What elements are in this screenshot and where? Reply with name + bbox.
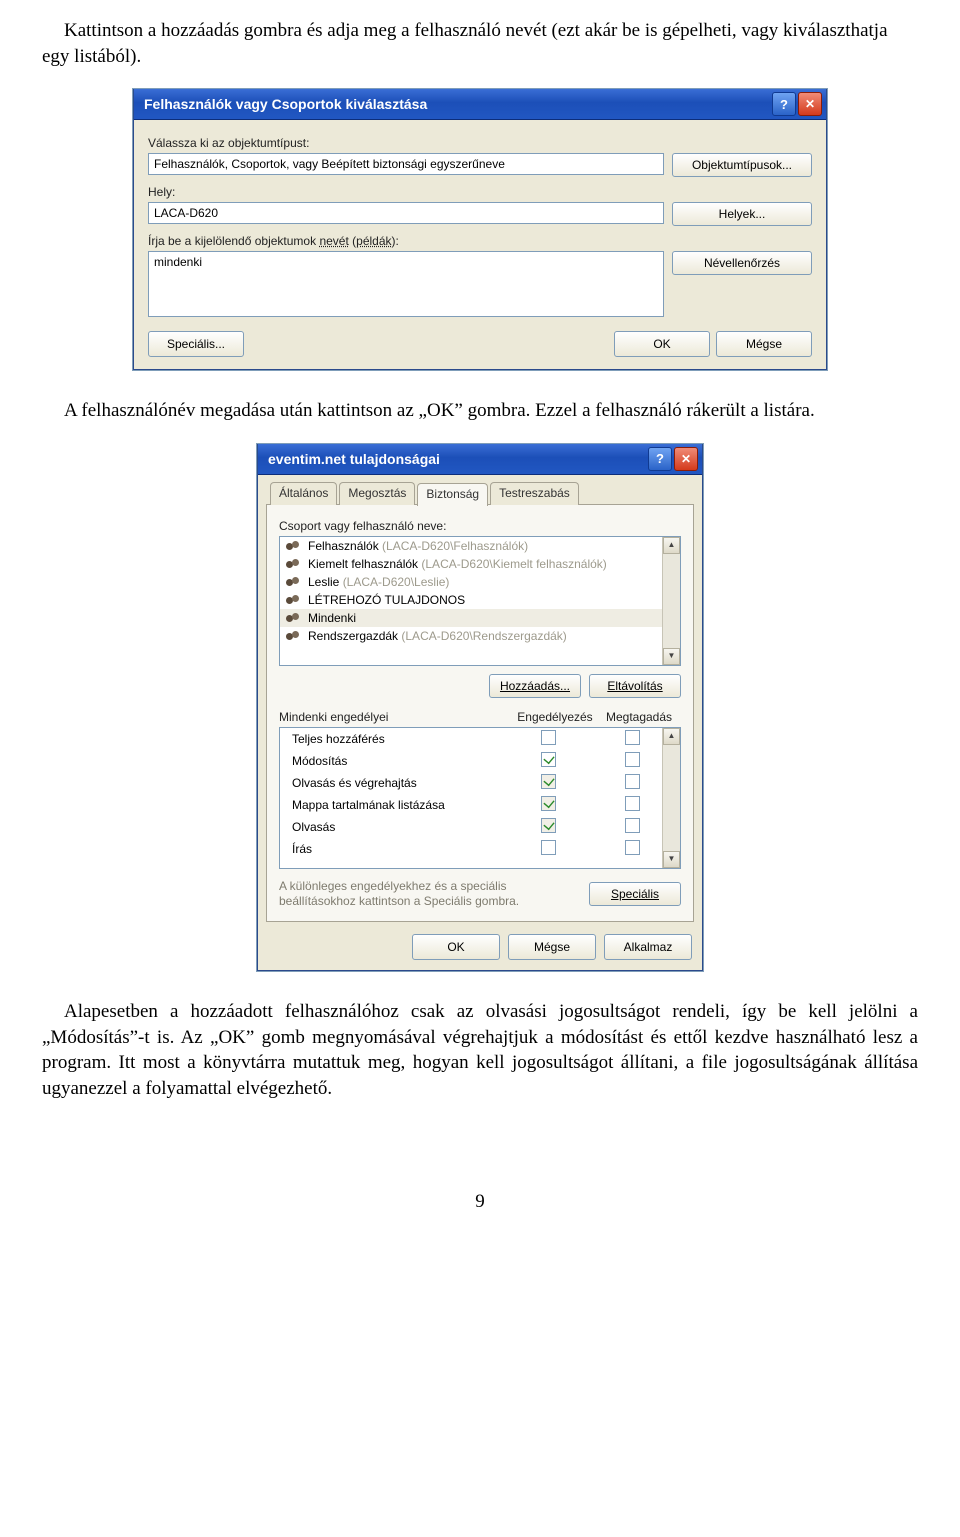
help-button[interactable]: ? (772, 92, 796, 116)
permission-row: Olvasás (280, 816, 680, 838)
user-list-item-label: Mindenki (308, 611, 356, 625)
deny-checkbox[interactable] (625, 752, 640, 767)
tab-security[interactable]: Biztonság (417, 483, 488, 506)
permission-name: Teljes hozzáférés (292, 732, 506, 746)
tab-customize[interactable]: Testreszabás (490, 482, 579, 505)
dialog-title: eventim.net tulajdonságai (268, 451, 646, 467)
scrollbar[interactable]: ▲ ▼ (662, 537, 680, 665)
scrollbar[interactable]: ▲ ▼ (662, 728, 680, 868)
scroll-down-icon[interactable]: ▼ (663, 648, 680, 665)
close-button[interactable]: ✕ (798, 92, 822, 116)
group-icon (286, 575, 302, 589)
security-tab-panel: Csoport vagy felhasználó neve: Felhaszná… (266, 504, 694, 922)
group-icon (286, 557, 302, 571)
permission-name: Módosítás (292, 754, 506, 768)
locations-button[interactable]: Helyek... (672, 202, 812, 226)
allow-checkbox[interactable] (541, 818, 556, 833)
permissions-header: Mindenki engedélyei Engedélyezés Megtaga… (279, 710, 681, 724)
advanced-note: A különleges engedélyekhez és a speciáli… (279, 879, 579, 909)
user-list-item-label: Rendszergazdák (LACA-D620\Rendszergazdák… (308, 629, 567, 643)
allow-column-label: Engedélyezés (513, 710, 597, 724)
advanced-button[interactable]: Speciális... (148, 331, 244, 357)
dialog-titlebar: Felhasználók vagy Csoportok kiválasztása… (134, 89, 826, 120)
permission-row: Módosítás (280, 750, 680, 772)
apply-button[interactable]: Alkalmaz (604, 934, 692, 960)
user-list-item-label: Leslie (LACA-D620\Leslie) (308, 575, 449, 589)
permission-name: Olvasás és végrehajtás (292, 776, 506, 790)
scroll-down-icon[interactable]: ▼ (663, 851, 680, 868)
object-types-button[interactable]: Objektumtípusok... (672, 153, 812, 177)
permission-name: Mappa tartalmának listázása (292, 798, 506, 812)
allow-checkbox[interactable] (541, 730, 556, 745)
user-list-item-label: LÉTREHOZÓ TULAJDONOS (308, 593, 465, 607)
help-button[interactable]: ? (648, 447, 672, 471)
advanced-button[interactable]: Speciális (589, 882, 681, 906)
deny-checkbox[interactable] (625, 774, 640, 789)
remove-button[interactable]: Eltávolítás (589, 674, 681, 698)
group-icon (286, 629, 302, 643)
paragraph-3: Alapesetben a hozzáadott felhasználóhoz … (42, 999, 918, 1102)
group-icon (286, 593, 302, 607)
scroll-up-icon[interactable]: ▲ (663, 537, 680, 554)
user-list-item-label: Kiemelt felhasználók (LACA-D620\Kiemelt … (308, 557, 607, 571)
permissions-listbox[interactable]: Teljes hozzáférés Módosítás Olvasás és vég… (279, 727, 681, 869)
select-users-dialog: Felhasználók vagy Csoportok kiválasztása… (133, 89, 827, 370)
user-list-item[interactable]: Felhasználók (LACA-D620\Felhasználók) (280, 537, 680, 555)
allow-checkbox[interactable] (541, 840, 556, 855)
tab-sharing[interactable]: Megosztás (339, 482, 415, 505)
group-icon (286, 611, 302, 625)
ok-button[interactable]: OK (614, 331, 710, 357)
dialog-title: Felhasználók vagy Csoportok kiválasztása (144, 96, 770, 112)
allow-checkbox[interactable] (541, 774, 556, 789)
deny-checkbox[interactable] (625, 730, 640, 745)
scroll-up-icon[interactable]: ▲ (663, 728, 680, 745)
deny-checkbox[interactable] (625, 796, 640, 811)
deny-checkbox[interactable] (625, 840, 640, 855)
permission-name: Olvasás (292, 820, 506, 834)
user-list-item-label: Felhasználók (LACA-D620\Felhasználók) (308, 539, 528, 553)
object-names-label: Írja be a kijelölendő objektumok nevét (… (148, 234, 812, 248)
object-type-label: Válassza ki az objektumtípust: (148, 136, 812, 150)
user-list-item[interactable]: Kiemelt felhasználók (LACA-D620\Kiemelt … (280, 555, 680, 573)
user-listbox[interactable]: Felhasználók (LACA-D620\Felhasználók) Kie… (279, 536, 681, 666)
paragraph-1: Kattintson a hozzáadás gombra és adja me… (42, 18, 918, 69)
cancel-button[interactable]: Mégse (716, 331, 812, 357)
group-icon (286, 539, 302, 553)
allow-checkbox[interactable] (541, 796, 556, 811)
object-type-input[interactable] (148, 153, 664, 175)
user-list-item[interactable]: Leslie (LACA-D620\Leslie) (280, 573, 680, 591)
tab-general[interactable]: Általános (270, 482, 337, 505)
permission-row: Teljes hozzáférés (280, 728, 680, 750)
deny-column-label: Megtagadás (597, 710, 681, 724)
permission-row: Olvasás és végrehajtás (280, 772, 680, 794)
location-input[interactable] (148, 202, 664, 224)
paragraph-2: A felhasználónév megadása után kattintso… (42, 398, 918, 424)
location-label: Hely: (148, 185, 812, 199)
object-names-input[interactable]: mindenki (148, 251, 664, 317)
user-list-item[interactable]: Rendszergazdák (LACA-D620\Rendszergazdák… (280, 627, 680, 645)
check-names-button[interactable]: Névellenőrzés (672, 251, 812, 275)
close-button[interactable]: ✕ (674, 447, 698, 471)
permission-row: Írás (280, 838, 680, 860)
group-user-label: Csoport vagy felhasználó neve: (279, 519, 681, 533)
user-list-item[interactable]: LÉTREHOZÓ TULAJDONOS (280, 591, 680, 609)
user-list-item[interactable]: Mindenki (280, 609, 680, 627)
allow-checkbox[interactable] (541, 752, 556, 767)
permissions-for-label: Mindenki engedélyei (279, 710, 513, 724)
ok-button[interactable]: OK (412, 934, 500, 960)
page-number: 9 (42, 1191, 918, 1213)
cancel-button[interactable]: Mégse (508, 934, 596, 960)
permission-name: Írás (292, 842, 506, 856)
permission-row: Mappa tartalmának listázása (280, 794, 680, 816)
dialog-titlebar: eventim.net tulajdonságai ? ✕ (258, 444, 702, 475)
properties-dialog: eventim.net tulajdonságai ? ✕ Általános … (257, 444, 703, 971)
tab-strip: Általános Megosztás Biztonság Testreszab… (266, 481, 694, 504)
deny-checkbox[interactable] (625, 818, 640, 833)
add-button[interactable]: Hozzáadás... (489, 674, 581, 698)
